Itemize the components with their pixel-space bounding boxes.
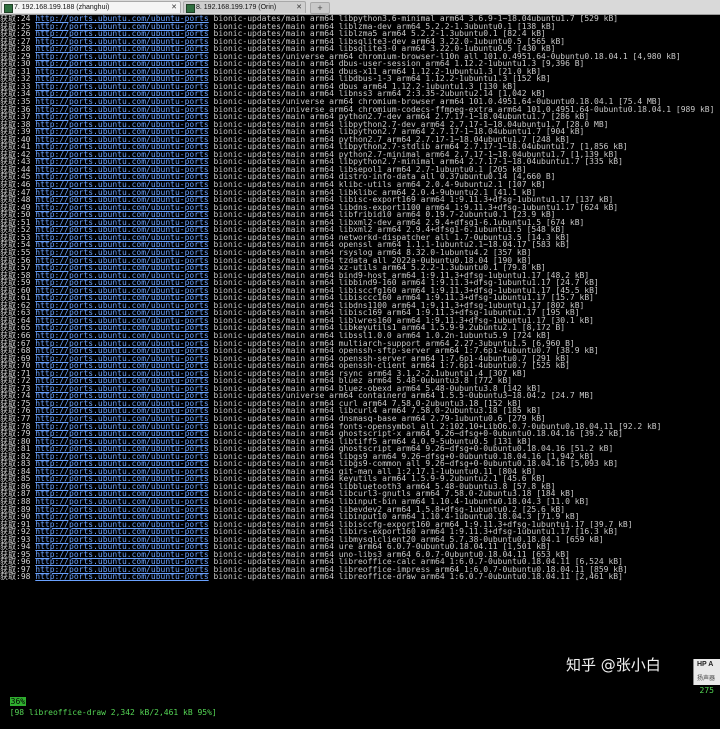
tab-bar: 7. 192.168.199.188 (zhanghui) ✕ 8. 192.1… [0, 0, 720, 15]
repo-url-link[interactable]: http://ports.ubuntu.com/ubuntu-ports [35, 572, 208, 581]
terminal-icon [4, 4, 13, 13]
apt-progress-bar: 36% [98 libreoffice-draw 2,342 kB/2,461 … [0, 685, 720, 717]
watermark: 知乎 @张小白 [566, 656, 661, 674]
line-prefix: 获取:98 [0, 572, 31, 582]
progress-percent: 36% [9, 697, 27, 706]
terminal-line: 获取:98 http://ports.ubuntu.com/ubuntu-por… [0, 573, 720, 581]
device-name: HP A [697, 661, 714, 668]
tab-label: 8. 192.168.199.179 (Orin) [196, 4, 277, 11]
terminal-output[interactable]: 获取:24 http://ports.ubuntu.com/ubuntu-por… [0, 15, 720, 685]
device-type: 扬声器 [697, 676, 716, 682]
tab-session-8[interactable]: 8. 192.168.199.179 (Orin) ✕ [183, 1, 306, 13]
close-icon[interactable]: ✕ [171, 2, 177, 13]
package-info: bionic-updates/main arm64 libreoffice-dr… [213, 572, 623, 582]
terminal-icon [186, 4, 195, 13]
tab-label: 7. 192.168.199.188 (zhanghui) [14, 4, 110, 11]
audio-device-panel[interactable]: HP A 扬声器 [693, 659, 720, 685]
tab-session-7[interactable]: 7. 192.168.199.188 (zhanghui) ✕ [1, 1, 181, 13]
close-icon[interactable]: ✕ [296, 2, 302, 13]
progress-right: 275 [699, 686, 714, 695]
new-tab-button[interactable]: + [310, 2, 330, 14]
progress-text: [98 libreoffice-draw 2,342 kB/2,461 kB 9… [9, 708, 217, 717]
